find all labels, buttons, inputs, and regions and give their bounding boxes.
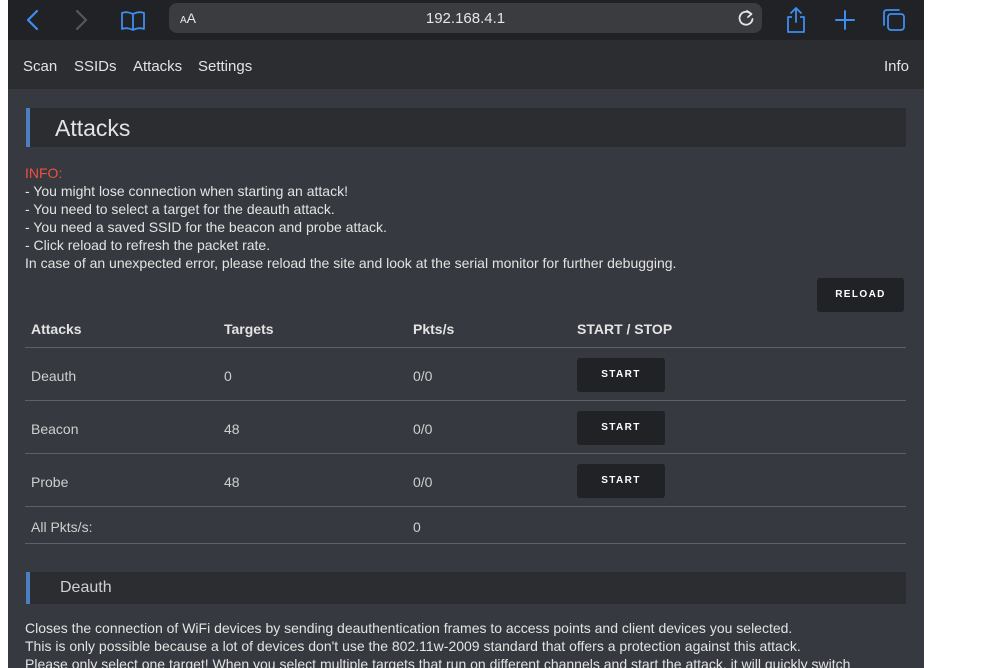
attack-targets: 48 [224, 474, 240, 490]
info-line: - You need a saved SSID for the beacon a… [25, 219, 387, 235]
attack-name: Deauth [31, 368, 77, 384]
deauth-description: Closes the connection of WiFi devices by… [25, 619, 915, 668]
nav-info[interactable]: Info [884, 58, 909, 75]
reload-page-icon[interactable] [736, 8, 756, 28]
info-line: - You need to select a target for the de… [25, 201, 335, 217]
attack-name: Beacon [31, 421, 79, 437]
url-text: 192.168.4.1 [425, 10, 506, 27]
site-navbar: Scan SSIDs Attacks Settings Info [8, 40, 924, 89]
browser-toolbar: AA 192.168.4.1 [8, 0, 924, 40]
attack-pkts: 0/0 [413, 368, 433, 384]
table-row-beacon: Beacon 48 0/0 START [25, 400, 906, 453]
table-row-probe: Probe 48 0/0 START [25, 453, 906, 506]
description-line: This is only possible because a lot of d… [25, 638, 801, 654]
info-line: - Click reload to refresh the packet rat… [25, 237, 271, 253]
new-tab-icon[interactable] [830, 6, 860, 34]
address-bar[interactable]: AA 192.168.4.1 [169, 3, 762, 33]
share-icon[interactable] [781, 6, 811, 34]
deauth-section-header: Deauth [26, 572, 906, 604]
attack-targets: 48 [224, 421, 240, 437]
attack-targets: 0 [224, 368, 232, 384]
description-line: Closes the connection of WiFi devices by… [25, 620, 793, 636]
bookmarks-icon[interactable] [118, 6, 148, 34]
column-header-attacks: Attacks [31, 321, 82, 337]
deauth-start-button[interactable]: START [577, 358, 665, 392]
info-line: In case of an unexpected error, please r… [25, 255, 677, 271]
attack-pkts: 0/0 [413, 474, 433, 490]
attack-pkts: 0/0 [413, 421, 433, 437]
back-icon[interactable] [18, 6, 48, 34]
nav-settings[interactable]: Settings [198, 58, 252, 75]
nav-ssids[interactable]: SSIDs [74, 58, 117, 75]
table-row-total: All Pkts/s: 0 [25, 506, 906, 544]
nav-attacks[interactable]: Attacks [133, 58, 182, 75]
ipad-screen: AA 192.168.4.1 Scan SSIDs Attacks Settin… [8, 0, 924, 668]
info-block: INFO: - You might lose connection when s… [25, 164, 676, 272]
deauth-section-title: Deauth [60, 579, 112, 596]
nav-scan[interactable]: Scan [23, 58, 57, 75]
total-label: All Pkts/s: [31, 519, 93, 535]
total-value: 0 [413, 519, 421, 535]
beacon-start-button[interactable]: START [577, 411, 665, 445]
attack-name: Probe [31, 474, 69, 490]
description-line: Please only select one target! When you … [25, 656, 851, 668]
column-header-targets: Targets [224, 321, 274, 337]
probe-start-button[interactable]: START [577, 464, 665, 498]
forward-icon[interactable] [66, 6, 96, 34]
page-title: Attacks [55, 115, 131, 141]
table-row-deauth: Deauth 0 0/0 START [25, 347, 906, 400]
column-header-pkts: Pkts/s [413, 321, 455, 337]
tabs-icon[interactable] [879, 6, 909, 34]
info-line: - You might lose connection when startin… [25, 183, 348, 199]
reload-button[interactable]: RELOAD [817, 278, 904, 312]
info-label: INFO: [25, 165, 63, 181]
column-header-start-stop: START / STOP [577, 321, 673, 337]
page-header: Attacks [26, 108, 906, 147]
